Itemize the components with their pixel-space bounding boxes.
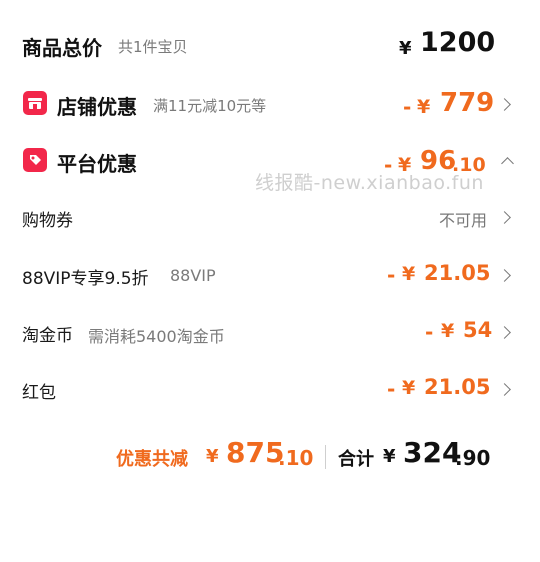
coins-currency: ¥ <box>441 320 455 342</box>
coupon-row[interactable]: 购物券 不可用 <box>0 204 540 232</box>
chevron-right-icon[interactable] <box>498 269 511 282</box>
vip-currency: ¥ <box>402 263 416 285</box>
divider <box>325 445 326 469</box>
total-price-amount: 1200 <box>420 27 496 58</box>
chevron-up-icon[interactable] <box>501 157 514 170</box>
red-packet-sign: - <box>387 377 396 401</box>
coins-desc: 需消耗5400淘金币 <box>88 327 225 346</box>
platform-discount-label: 平台优惠 <box>57 152 137 176</box>
coins-label: 淘金币 <box>22 326 73 346</box>
item-count: 共1件宝贝 <box>118 38 188 56</box>
discount-total-int: 875 <box>226 436 285 469</box>
vip-tag: 88VIP <box>170 266 216 285</box>
discount-total-label: 优惠共减 <box>116 449 188 470</box>
coupon-value: 不可用 <box>439 211 488 230</box>
coins-amount: 54 <box>463 318 493 342</box>
summary-row: 优惠共减 ¥ 875 .10 合计 ¥ 324 .90 <box>0 436 540 476</box>
vip-amount: 21.05 <box>424 261 491 285</box>
chevron-right-icon[interactable] <box>498 98 511 111</box>
grand-total-label: 合计 <box>338 449 374 470</box>
discount-total-currency: ¥ <box>206 446 219 467</box>
store-discount-label: 店铺优惠 <box>57 95 137 119</box>
total-price-row: 商品总价 共1件宝贝 ¥ 1200 <box>0 27 540 62</box>
total-price-label: 商品总价 <box>22 36 102 60</box>
vip-label: 88VIP专享9.5折 <box>22 269 149 289</box>
store-discount-sign: - <box>403 95 412 119</box>
red-packet-currency: ¥ <box>402 377 416 399</box>
store-discount-currency: ¥ <box>417 96 431 118</box>
coins-row[interactable]: 淘金币 需消耗5400淘金币 - ¥ 54 <box>0 318 540 348</box>
vip-sign: - <box>387 263 396 287</box>
shop-icon <box>23 91 47 115</box>
grand-total-currency: ¥ <box>383 446 396 467</box>
grand-total-dec: .90 <box>455 446 491 470</box>
chevron-right-icon[interactable] <box>498 211 511 224</box>
red-packet-amount: 21.05 <box>424 375 491 399</box>
red-packet-row[interactable]: 红包 - ¥ 21.05 <box>0 375 540 406</box>
watermark: 线报酷-new.xianbao.fun <box>255 172 484 194</box>
store-discount-desc: 满11元减10元等 <box>153 97 267 115</box>
store-discount-row[interactable]: 店铺优惠 满11元减10元等 - ¥ 779 <box>0 88 540 120</box>
chevron-right-icon[interactable] <box>498 326 511 339</box>
store-discount-amount: 779 <box>440 88 495 118</box>
discount-total-dec: .10 <box>278 446 314 470</box>
vip-discount-row[interactable]: 88VIP专享9.5折 88VIP - ¥ 21.05 <box>0 261 540 291</box>
coupon-label: 购物券 <box>22 211 73 231</box>
red-packet-label: 红包 <box>22 383 56 403</box>
coins-sign: - <box>425 320 434 344</box>
grand-total-int: 324 <box>403 436 462 469</box>
tag-icon <box>23 148 47 172</box>
chevron-right-icon[interactable] <box>498 383 511 396</box>
total-price-currency: ¥ <box>399 38 412 59</box>
